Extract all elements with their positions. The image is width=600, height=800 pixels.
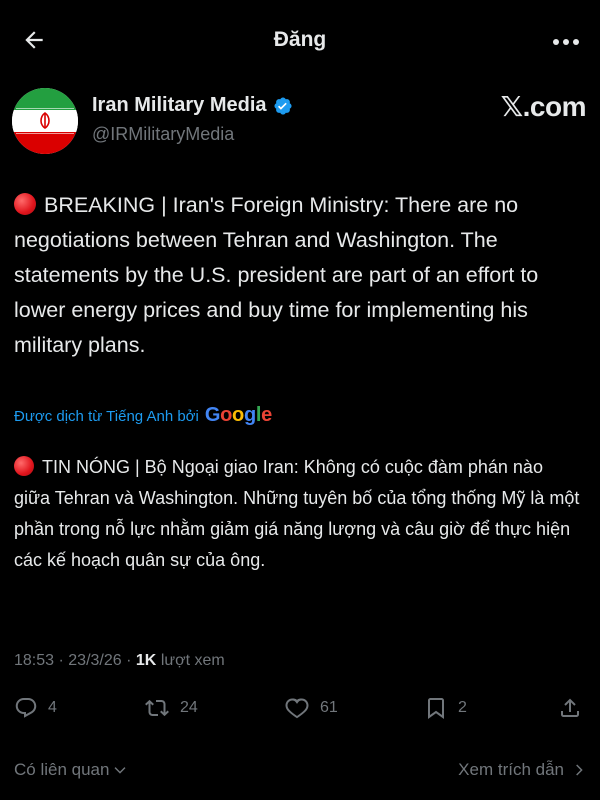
bookmark-icon [428, 698, 444, 719]
site-label: 𝕏.com [500, 91, 587, 122]
repost-count: 24 [180, 699, 198, 716]
like-button[interactable]: 61 [284, 696, 338, 720]
tweet-text: BREAKING | Iran's Foreign Ministry: Ther… [14, 188, 584, 363]
view-quotes-link[interactable]: Xem trích dẫn [458, 760, 586, 780]
chevron-down-icon [114, 767, 126, 774]
related-link[interactable]: Có liên quan [14, 760, 127, 780]
heart-icon [285, 698, 309, 719]
translated-body: TIN NÓNG | Bộ Ngoại giao Iran: Không có … [14, 457, 580, 570]
share-button[interactable] [558, 696, 582, 720]
author-handle[interactable]: @IRMilitaryMedia [92, 124, 234, 145]
translation-label: Được dịch từ Tiếng Anh bởi [14, 408, 199, 425]
top-bar: Đăng [0, 0, 600, 80]
share-icon [561, 698, 579, 717]
chevron-right-icon [576, 764, 583, 776]
views-count: 1K [135, 652, 157, 669]
page-title: Đăng [273, 28, 327, 51]
tweet-body: BREAKING | Iran's Foreign Ministry: Ther… [14, 193, 539, 357]
tweet-date[interactable]: 23/3/26 [68, 652, 121, 669]
translation-attribution[interactable]: Được dịch từ Tiếng Anh bởi Google [14, 404, 272, 427]
verified-badge-icon [273, 96, 292, 115]
reply-count: 4 [48, 699, 57, 716]
iran-flag-avatar-icon [12, 88, 78, 154]
bookmark-count: 2 [458, 699, 467, 716]
like-count: 61 [320, 699, 338, 716]
author-header: Iran Military Media @IRMilitaryMedia 𝕏.c… [12, 86, 588, 156]
action-bar: 4 24 61 2 [14, 696, 586, 728]
google-logo: Google [204, 404, 272, 426]
bookmark-button[interactable]: 2 [424, 696, 467, 720]
repost-icon [145, 699, 169, 717]
more-dots-icon [553, 39, 579, 45]
translated-text: TIN NÓNG | Bộ Ngoại giao Iran: Không có … [14, 452, 584, 576]
related-label: Có liên quan [14, 760, 110, 779]
author-name[interactable]: Iran Military Media [92, 94, 267, 117]
avatar[interactable] [12, 88, 78, 154]
footer-bar: Có liên quan Xem trích dẫn [0, 752, 600, 792]
reply-button[interactable]: 4 [14, 696, 57, 720]
repost-button[interactable]: 24 [144, 696, 198, 720]
tweet-time[interactable]: 18:53 [14, 652, 54, 669]
red-circle-icon [14, 193, 36, 215]
tweet-meta: 18:53 · 23/3/26 · 1K lượt xem [14, 652, 225, 669]
more-options-button[interactable] [548, 24, 584, 60]
quotes-label: Xem trích dẫn [458, 760, 564, 779]
views-label: lượt xem [160, 652, 225, 669]
reply-icon [15, 698, 37, 718]
red-circle-icon [14, 456, 34, 476]
